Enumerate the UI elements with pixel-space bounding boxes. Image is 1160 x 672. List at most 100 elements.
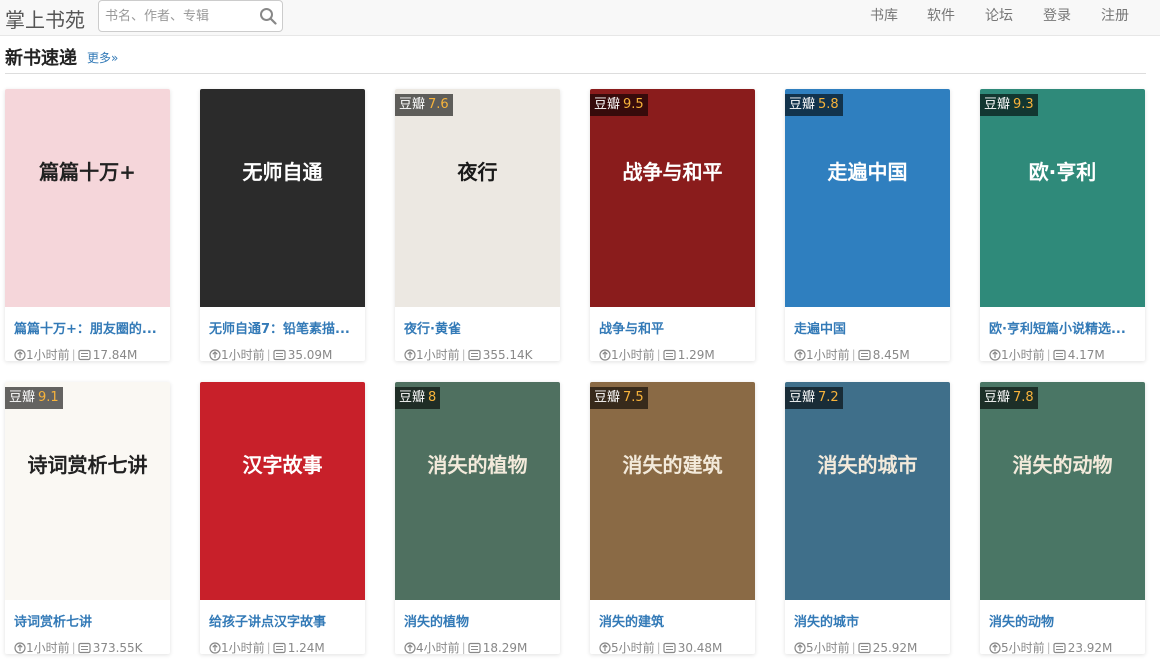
book-cover[interactable]: 无师自通 [200,89,365,307]
file-size-icon [858,642,871,654]
book-title-link[interactable]: 诗词赏析七讲 [14,611,164,630]
book-card[interactable]: 欧·亨利 豆瓣 9.3 欧·亨利短篇小说精选... 1小时前 | 4.17M [980,89,1145,361]
book-meta: 5小时前 | 25.92M [794,639,917,654]
file-size: 8.45M [872,348,910,361]
book-meta: 4小时前 | 18.29M [404,639,527,654]
book-title-link[interactable]: 无师自通7：铅笔素描... [209,318,359,337]
book-cover[interactable]: 欧·亨利 豆瓣 9.3 [980,89,1145,307]
rating-score: 5.8 [818,97,839,112]
cover-title: 无师自通 [242,160,323,184]
book-title-link[interactable]: 欧·亨利短篇小说精选... [989,318,1139,337]
meta-separator: | [266,348,271,361]
book-meta: 1小时前 | 1.24M [209,639,325,654]
file-size-icon [663,349,676,361]
meta-separator: | [851,348,856,361]
rating-label: 豆瓣 [594,97,621,112]
rating-score: 9.1 [38,390,59,405]
nav-register[interactable]: 注册 [1101,0,1129,36]
book-meta: 1小时前 | 8.45M [794,346,910,361]
book-cover[interactable]: 诗词赏析七讲 豆瓣 9.1 [5,382,170,600]
nav-forum[interactable]: 论坛 [985,0,1013,36]
cover-title: 消失的城市 [817,453,918,477]
meta-separator: | [656,641,661,654]
rating-label: 豆瓣 [594,390,621,405]
book-card[interactable]: 战争与和平 豆瓣 9.5 战争与和平 1小时前 | 1.29M [590,89,755,361]
file-size: 373.55K [92,641,143,654]
book-card[interactable]: 走遍中国 豆瓣 5.8 走遍中国 1小时前 | 8.45M [785,89,950,361]
top-navbar: 掌上书苑 书库 软件 论坛 登录 注册 [0,0,1160,36]
douban-rating-badge: 豆瓣 9.5 [590,94,648,116]
rating-score: 9.5 [623,97,644,112]
book-card[interactable]: 诗词赏析七讲 豆瓣 9.1 诗词赏析七讲 1小时前 | 373.55K [5,382,170,654]
search-icon[interactable] [259,7,277,25]
book-title-link[interactable]: 夜行·黄雀 [404,318,554,337]
cover-title: 消失的建筑 [622,453,723,477]
nav-software[interactable]: 软件 [927,0,955,36]
book-cover[interactable]: 消失的动物 豆瓣 7.8 [980,382,1145,600]
book-card[interactable]: 篇篇十万+ 篇篇十万+：朋友圈的... 1小时前 | 17.84M [5,89,170,361]
book-title-link[interactable]: 消失的动物 [989,611,1139,630]
book-title-link[interactable]: 战争与和平 [599,318,749,337]
section-divider [5,73,1146,74]
upload-time-icon [989,642,1001,654]
book-card[interactable]: 夜行 豆瓣 7.6 夜行·黄雀 1小时前 | 355.14K [395,89,560,361]
rating-score: 9.3 [1013,97,1034,112]
book-card[interactable]: 消失的动物 豆瓣 7.8 消失的动物 5小时前 | 23.92M [980,382,1145,654]
upload-time: 1小时前 [611,348,655,361]
nav-library[interactable]: 书库 [870,0,898,36]
rating-label: 豆瓣 [789,390,816,405]
book-cover[interactable]: 走遍中国 豆瓣 5.8 [785,89,950,307]
book-title-link[interactable]: 消失的城市 [794,611,944,630]
book-cover[interactable]: 汉字故事 [200,382,365,600]
upload-time: 1小时前 [221,641,265,654]
book-card[interactable]: 消失的植物 豆瓣 8 消失的植物 4小时前 | 18.29M [395,382,560,654]
upload-time-icon [794,642,806,654]
book-meta: 1小时前 | 355.14K [404,346,533,361]
upload-time: 1小时前 [26,641,70,654]
meta-separator: | [266,641,271,654]
file-size-icon [468,642,481,654]
book-title-link[interactable]: 消失的植物 [404,611,554,630]
rating-score: 7.6 [428,97,449,112]
rating-label: 豆瓣 [399,97,426,112]
file-size: 17.84M [92,348,138,361]
book-card[interactable]: 无师自通 无师自通7：铅笔素描... 1小时前 | 35.09M [200,89,365,361]
cover-title: 汉字故事 [242,453,323,477]
meta-separator: | [71,641,76,654]
meta-separator: | [71,348,76,361]
book-meta: 1小时前 | 373.55K [14,639,143,654]
upload-time-icon [989,349,1001,361]
book-title-link[interactable]: 走遍中国 [794,318,944,337]
search-input[interactable] [99,1,249,31]
book-title-link[interactable]: 消失的建筑 [599,611,749,630]
cover-title: 消失的植物 [427,453,528,477]
book-cover[interactable]: 战争与和平 豆瓣 9.5 [590,89,755,307]
rating-score: 7.2 [818,390,839,405]
rating-score: 7.5 [623,390,644,405]
book-meta: 1小时前 | 17.84M [14,346,137,361]
book-title-link[interactable]: 给孩子讲点汉字故事 [209,611,359,630]
file-size: 355.14K [482,348,533,361]
book-card[interactable]: 汉字故事给孩子讲点汉字故事 1小时前 | 1.24M [200,382,365,654]
file-size: 30.48M [677,641,723,654]
nav-login[interactable]: 登录 [1043,0,1071,36]
rating-label: 豆瓣 [399,390,426,405]
book-cover[interactable]: 消失的植物 豆瓣 8 [395,382,560,600]
upload-time: 5小时前 [1001,641,1045,654]
upload-time-icon [209,349,221,361]
book-cover[interactable]: 夜行 豆瓣 7.6 [395,89,560,307]
meta-separator: | [461,348,466,361]
more-link[interactable]: 更多» [87,49,118,66]
file-size: 25.92M [872,641,918,654]
book-cover[interactable]: 篇篇十万+ [5,89,170,307]
book-card[interactable]: 消失的建筑 豆瓣 7.5 消失的建筑 5小时前 | 30.48M [590,382,755,654]
book-meta: 1小时前 | 4.17M [989,346,1105,361]
site-brand[interactable]: 掌上书苑 [5,4,85,33]
file-size-icon [858,349,871,361]
book-cover[interactable]: 消失的建筑 豆瓣 7.5 [590,382,755,600]
book-cover[interactable]: 消失的城市 豆瓣 7.2 [785,382,950,600]
rating-score: 8 [428,390,437,405]
book-card[interactable]: 消失的城市 豆瓣 7.2 消失的城市 5小时前 | 25.92M [785,382,950,654]
book-title-link[interactable]: 篇篇十万+：朋友圈的... [14,318,164,337]
book-meta: 5小时前 | 23.92M [989,639,1112,654]
